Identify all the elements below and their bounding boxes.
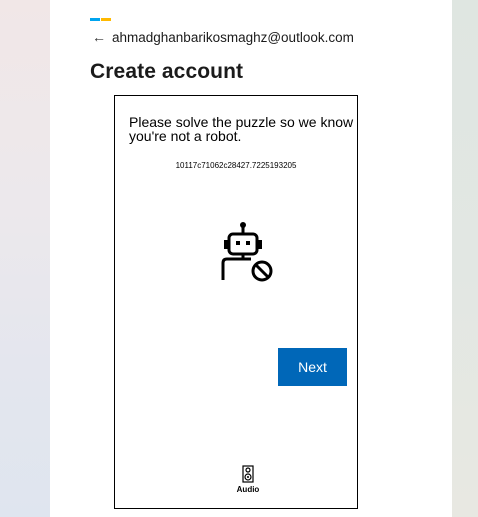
- puzzle-session-id: 10117c71062c28427.7225193205: [175, 161, 297, 170]
- logo-yellow-square: [101, 18, 111, 21]
- next-button[interactable]: Next: [278, 348, 347, 386]
- puzzle-frame: Please solve the puzzle so we know you'r…: [114, 95, 358, 509]
- page-title: Create account: [90, 60, 244, 83]
- microsoft-logo-strip: [90, 8, 112, 21]
- back-arrow-icon[interactable]: ←: [92, 29, 106, 45]
- background-left-panel: [0, 0, 50, 517]
- signup-card: ← ahmadghanbarikosmaghz@outlook.com Crea…: [50, 0, 452, 517]
- account-email: ahmadghanbarikosmaghz@outlook.com: [112, 29, 354, 45]
- audio-challenge-button[interactable]: Audio: [233, 465, 263, 494]
- robot-blocked-icon: [221, 222, 273, 282]
- background-right-panel: [452, 0, 478, 517]
- back-to-email-link[interactable]: ← ahmadghanbarikosmaghz@outlook.com: [92, 29, 354, 45]
- puzzle-prompt: Please solve the puzzle so we know you'r…: [129, 114, 354, 144]
- audio-label: Audio: [236, 485, 260, 494]
- speaker-icon: [242, 465, 254, 483]
- logo-blue-square: [90, 18, 100, 21]
